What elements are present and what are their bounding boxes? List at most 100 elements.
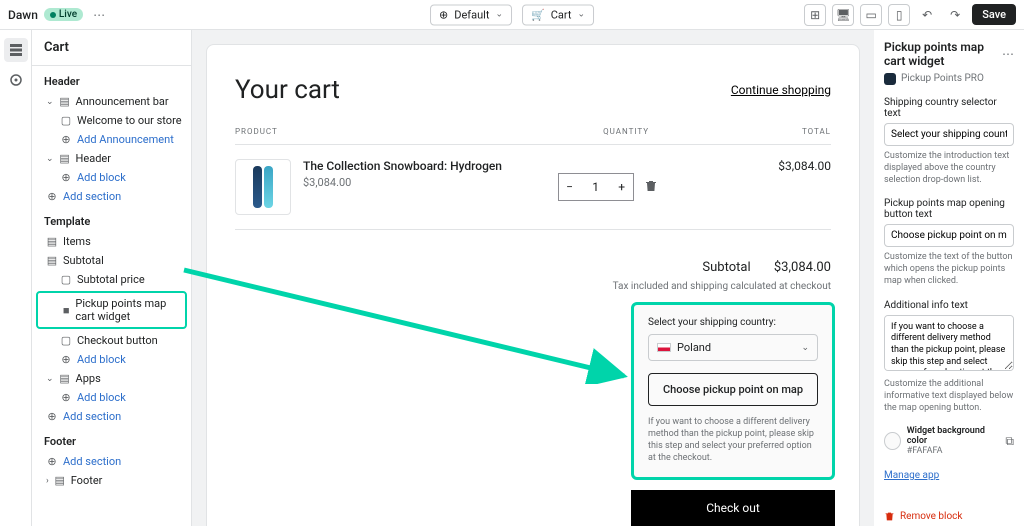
widget-country-label: Select your shipping country: bbox=[648, 317, 818, 328]
price-icon: ▢ bbox=[60, 274, 72, 286]
sidebar-add-section-2[interactable]: ⊕ Add section bbox=[32, 407, 191, 426]
plus-circle-icon: ⊕ bbox=[46, 411, 58, 423]
sidebar-add-block-3[interactable]: ⊕ Add block bbox=[32, 388, 191, 407]
tablet-icon[interactable]: ▭ bbox=[860, 4, 882, 26]
f2-help: Customize the text of the button which o… bbox=[884, 251, 1014, 287]
layout-icon: ▤ bbox=[46, 236, 58, 248]
layout-icon: ▤ bbox=[59, 373, 71, 385]
template-picker[interactable]: ⊕ Default ⌄ bbox=[430, 4, 512, 25]
product-image bbox=[235, 159, 291, 215]
tax-note: Tax included and shipping calculated at … bbox=[235, 281, 831, 292]
choose-pickup-button[interactable]: Choose pickup point on map bbox=[648, 373, 818, 406]
undo-icon[interactable]: ↶ bbox=[916, 4, 938, 26]
inspector-icon[interactable]: ⊞ bbox=[804, 4, 826, 26]
f1-input[interactable] bbox=[884, 123, 1014, 146]
panel-more-icon[interactable]: ⋯ bbox=[1002, 47, 1014, 61]
topbar: Dawn Live ⋯ ⊕ Default ⌄ 🛒 Cart ⌄ ⊞ 🖥 ▭ ▯… bbox=[0, 0, 1024, 30]
plus-circle-icon: ⊕ bbox=[46, 456, 58, 468]
f2-label: Pickup points map opening button text bbox=[884, 198, 1014, 220]
sidebar-item-subtotal-price[interactable]: ▢ Subtotal price bbox=[32, 270, 191, 289]
settings-rail-icon[interactable] bbox=[4, 68, 28, 92]
topbar-center: ⊕ Default ⌄ 🛒 Cart ⌄ bbox=[430, 4, 594, 25]
template-label: Default bbox=[454, 8, 489, 21]
panel-title: Pickup points map cart widget bbox=[884, 40, 1002, 69]
quantity-wrap: − 1 + bbox=[506, 159, 709, 215]
f1-label: Shipping country selector text bbox=[884, 97, 1014, 119]
theme-name: Dawn bbox=[8, 8, 38, 22]
app-name: Pickup Points PRO bbox=[901, 73, 984, 84]
sidebar-item-welcome[interactable]: ▢ Welcome to our store bbox=[32, 111, 191, 130]
sidebar-item-header[interactable]: ⌄ ▤ Header bbox=[32, 149, 191, 168]
color-row[interactable]: Widget background color #FAFAFA ⧉ bbox=[884, 426, 1014, 456]
plus-circle-icon: ⊕ bbox=[60, 354, 72, 366]
sidebar-add-block-2[interactable]: ⊕ Add block bbox=[32, 350, 191, 369]
sidebar-add-section-3[interactable]: ⊕ Add section bbox=[32, 452, 191, 471]
f3-label: Additional info text bbox=[884, 300, 1014, 311]
sidebar-add-announcement[interactable]: ⊕ Add Announcement bbox=[32, 130, 191, 149]
sections-rail-icon[interactable] bbox=[4, 38, 28, 62]
far-left-rail bbox=[0, 30, 32, 526]
cart-table-header: PRODUCT QUANTITY TOTAL bbox=[235, 127, 831, 145]
qty-decrease-button[interactable]: − bbox=[559, 174, 581, 200]
sidebar-item-checkout-button[interactable]: ▢ Checkout button bbox=[32, 331, 191, 350]
panel-app-row: Pickup Points PRO bbox=[884, 73, 1014, 85]
chevron-down-icon: ⌄ bbox=[801, 343, 809, 353]
color-label: Widget background color bbox=[907, 426, 1000, 446]
qty-value: 1 bbox=[581, 180, 611, 194]
checkout-button[interactable]: Check out bbox=[631, 490, 835, 526]
chevron-down-icon: ⌄ bbox=[46, 154, 54, 164]
sidebar-add-block[interactable]: ⊕ Add block bbox=[32, 168, 191, 187]
save-button[interactable]: Save bbox=[972, 4, 1016, 25]
subtotal-value: $3,084.00 bbox=[774, 260, 831, 275]
f1-help: Customize the introduction text displaye… bbox=[884, 150, 1014, 186]
remove-block-button[interactable]: Remove block bbox=[884, 511, 1014, 522]
chevron-down-icon: ⌄ bbox=[577, 10, 585, 20]
continue-shopping-link[interactable]: Continue shopping bbox=[731, 83, 831, 97]
color-swatch-icon bbox=[884, 432, 901, 450]
trash-icon bbox=[884, 511, 895, 522]
subtotal-row: Subtotal $3,084.00 bbox=[235, 260, 831, 275]
app-icon bbox=[884, 73, 896, 85]
more-menu-icon[interactable]: ⋯ bbox=[93, 8, 105, 22]
globe-icon: ⊕ bbox=[439, 8, 448, 21]
col-product: PRODUCT bbox=[235, 127, 533, 136]
sidebar-item-announcement-bar[interactable]: ⌄ ▤ Announcement bar bbox=[32, 92, 191, 111]
copy-icon[interactable]: ⧉ bbox=[1005, 434, 1014, 449]
sidebar-item-apps[interactable]: ⌄ ▤ Apps bbox=[32, 369, 191, 388]
app-block-icon: ■ bbox=[62, 304, 70, 316]
redo-icon[interactable]: ↷ bbox=[944, 4, 966, 26]
product-price: $3,084.00 bbox=[303, 176, 506, 189]
plus-circle-icon: ⊕ bbox=[46, 191, 58, 203]
chevron-down-icon: ⌄ bbox=[46, 97, 54, 107]
mobile-icon[interactable]: ▯ bbox=[888, 4, 910, 26]
chevron-down-icon: ⌄ bbox=[495, 10, 503, 20]
sidebar-item-footer[interactable]: › ▤ Footer bbox=[32, 471, 191, 490]
quantity-stepper[interactable]: − 1 + bbox=[558, 173, 634, 201]
line-total: $3,084.00 bbox=[709, 159, 831, 215]
country-select[interactable]: Poland ⌄ bbox=[648, 334, 818, 361]
desktop-icon[interactable]: 🖥 bbox=[832, 4, 854, 26]
pickup-widget: Select your shipping country: Poland ⌄ C… bbox=[631, 302, 835, 480]
product-name[interactable]: The Collection Snowboard: Hydrogen bbox=[303, 159, 506, 173]
flag-icon bbox=[657, 343, 671, 352]
megaphone-icon: ▢ bbox=[60, 115, 72, 127]
f2-input[interactable] bbox=[884, 224, 1014, 247]
page-picker[interactable]: 🛒 Cart ⌄ bbox=[522, 4, 594, 25]
f3-help: Customize the additional informative tex… bbox=[884, 378, 1014, 414]
sidebar-add-section[interactable]: ⊕ Add section bbox=[32, 187, 191, 206]
color-info: Widget background color #FAFAFA bbox=[907, 426, 1000, 456]
sidebar-item-pickup-widget[interactable]: ■ Pickup points map cart widget bbox=[36, 291, 187, 329]
cart-page: Your cart Continue shopping PRODUCT QUAN… bbox=[206, 44, 860, 526]
col-quantity: QUANTITY bbox=[533, 127, 719, 136]
manage-app-link[interactable]: Manage app bbox=[884, 470, 939, 481]
topbar-left: Dawn Live ⋯ bbox=[8, 8, 105, 22]
trash-icon[interactable] bbox=[644, 179, 658, 196]
chevron-right-icon: › bbox=[46, 476, 49, 486]
f3-input[interactable] bbox=[884, 315, 1014, 371]
sidebar-item-items[interactable]: ▤ Items bbox=[32, 232, 191, 251]
color-value: #FAFAFA bbox=[907, 446, 1000, 456]
section-footer-label: Footer bbox=[32, 426, 191, 452]
qty-increase-button[interactable]: + bbox=[611, 174, 633, 200]
sidebar-item-subtotal[interactable]: ▤ Subtotal bbox=[32, 251, 191, 270]
section-template-label: Template bbox=[32, 206, 191, 232]
